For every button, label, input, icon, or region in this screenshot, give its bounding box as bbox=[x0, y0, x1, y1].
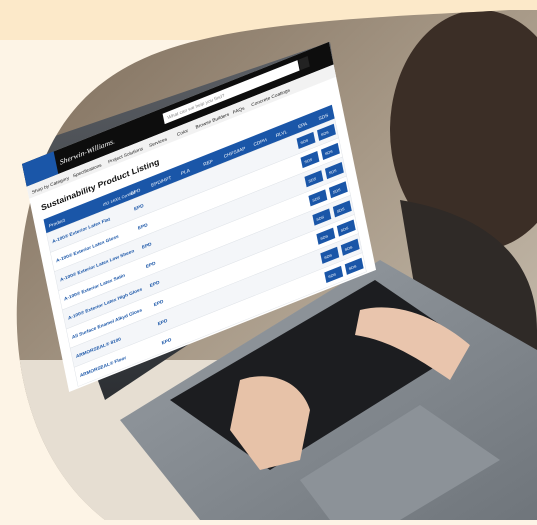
screen-svg: Sherwin-Williams. What can we help you f… bbox=[22, 41, 377, 392]
laptop-screen: Sherwin-Williams. What can we help you f… bbox=[0, 0, 537, 520]
